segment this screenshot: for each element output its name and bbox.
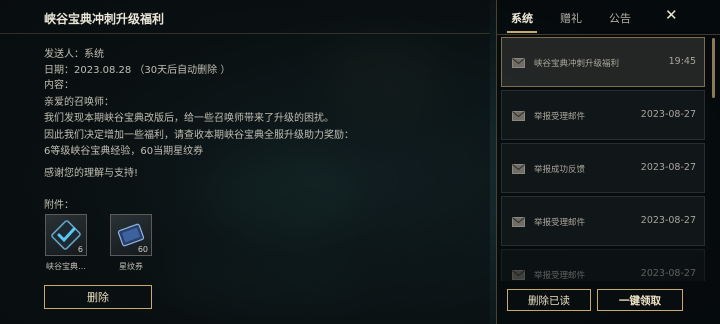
body-line: 我们发现本期峡谷宝典改版后，给一些召唤师带来了升级的困扰。 [44,113,334,124]
mail-time: 19:45 [668,56,696,67]
mail-list-item[interactable]: 举报成功反馈 2023-08-27 [501,143,705,193]
attachment-item[interactable]: 6 [45,214,87,256]
mail-list: 峡谷宝典冲刺升级福利 19:45 举报受理邮件 2023-08-27 举报成功反… [497,35,720,281]
attachment-qty: 60 [137,245,148,254]
delete-read-button[interactable]: 删除已读 [507,289,591,311]
attachment-item[interactable]: 60 [110,214,152,256]
mail-list-item[interactable]: 举报受理邮件 2023-08-27 [501,196,705,246]
mail-title: 峡谷宝典冲刺升级福利 [44,12,165,26]
mail-time: 2023-08-27 [640,109,696,120]
tab-gifts[interactable]: 赠礼 [560,10,582,26]
envelope-icon [512,111,525,121]
body-line: 亲爱的召唤师： [44,96,114,108]
body-line: 因此我们决定增加一些福利，请查收本期峡谷宝典全服升级助力奖励： [44,129,354,141]
envelope-icon [512,270,525,280]
attachment-qty: 6 [77,245,83,254]
envelope-icon [512,217,525,227]
close-icon[interactable]: ✕ [665,6,678,24]
mail-time: 2023-08-27 [640,162,696,173]
tab-announcements[interactable]: 公告 [609,10,631,26]
tab-bar: 系统 赠礼 公告 ✕ [497,0,720,35]
mail-subject: 举报受理邮件 [534,218,586,228]
delete-button[interactable]: 删除 [44,285,152,309]
body-line: 6等级峡谷宝典经验，60当期星纹券 [44,146,204,157]
mail-body: 内容： 亲爱的召唤师： 我们发现本期峡谷宝典改版后，给一些召唤师带来了升级的困扰… [44,78,354,161]
mail-time: 2023-08-27 [640,215,696,226]
mail-subject: 举报受理邮件 [534,112,586,122]
divider [0,33,490,34]
mail-list-item[interactable]: 举报受理邮件 2023-08-27 [501,249,705,281]
mail-date: 日期：2023.08.28 （30天后自动删除 ） [44,65,231,76]
attachment-name: 星纹券 [119,262,143,271]
mail-time: 2023-08-27 [640,268,696,279]
mail-subject: 举报成功反馈 [534,165,586,175]
mail-detail-panel: 峡谷宝典冲刺升级福利 发送人：系统 日期：2023.08.28 （30天后自动删… [0,0,490,324]
tab-system[interactable]: 系统 [511,10,533,26]
mail-subject: 举报受理邮件 [534,271,586,281]
mail-list-item[interactable]: 峡谷宝典冲刺升级福利 19:45 [501,37,705,87]
attachments-label: 附件： [44,200,74,211]
mail-thanks: 感谢您的理解与支持! [44,168,139,179]
claim-all-button[interactable]: 一键领取 [597,289,683,311]
mailbox-sidebar: 系统 赠礼 公告 ✕ 峡谷宝典冲刺升级福利 19:45 举报受理邮件 2023-… [496,0,720,324]
body-label: 内容： [44,80,74,91]
attachment-name: 峡谷宝典… [46,262,86,271]
mail-list-item[interactable]: 举报受理邮件 2023-08-27 [501,90,705,140]
mail-sender: 发送人：系统 [44,49,104,60]
mail-subject: 峡谷宝典冲刺升级福利 [534,59,620,69]
envelope-icon [512,164,525,174]
envelope-icon [512,58,525,68]
tab-underline [507,31,537,33]
scrollbar[interactable] [712,38,715,98]
